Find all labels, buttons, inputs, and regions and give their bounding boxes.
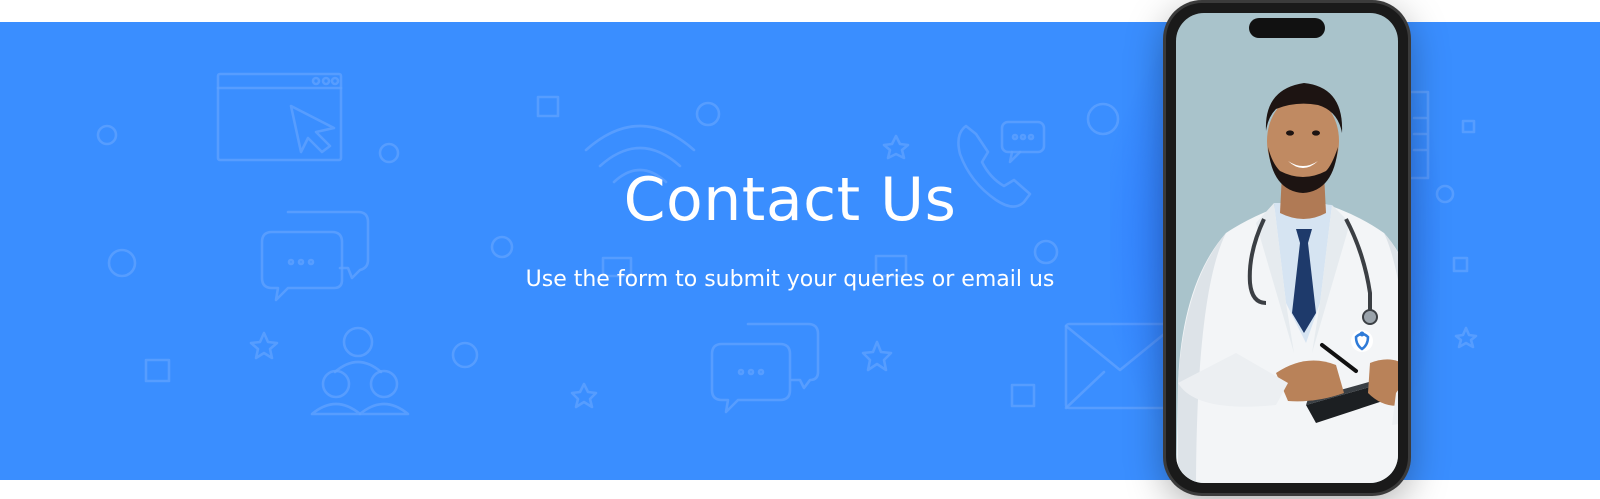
user-group-icon xyxy=(310,326,410,416)
phone-mockup xyxy=(1166,3,1408,493)
browser-window-cursor-icon xyxy=(216,72,343,162)
clipboard-icon xyxy=(1410,90,1430,180)
doctor-image xyxy=(1176,83,1398,483)
phone-screen xyxy=(1176,13,1398,483)
phone-notch xyxy=(1249,18,1325,38)
chat-bubbles-icon xyxy=(710,322,820,414)
page: Contact Us Use the form to submit your q… xyxy=(0,0,1600,499)
envelope-icon xyxy=(1064,322,1176,410)
